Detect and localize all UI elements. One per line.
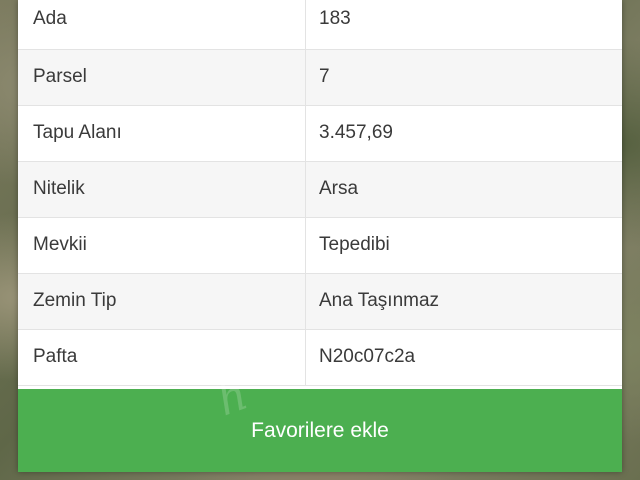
row-label: Ada: [18, 0, 306, 50]
row-value: 7: [305, 49, 622, 106]
add-to-favorites-button[interactable]: Favorilere ekle: [18, 389, 622, 472]
row-label: Mevkii: [18, 217, 306, 274]
row-value: Ana Taşınmaz: [305, 273, 622, 330]
row-value: Tepedibi: [305, 217, 622, 274]
table-row: Nitelik Arsa: [18, 161, 622, 218]
row-value: Arsa: [305, 161, 622, 218]
table-row: Pafta N20c07c2a: [18, 329, 622, 386]
row-label: Zemin Tip: [18, 273, 306, 330]
row-label: Pafta: [18, 329, 306, 386]
row-label: Parsel: [18, 49, 306, 106]
table-row: Zemin Tip Ana Taşınmaz: [18, 273, 622, 330]
row-label: Tapu Alanı: [18, 105, 306, 162]
row-value: N20c07c2a: [305, 329, 622, 386]
row-value: 3.457,69: [305, 105, 622, 162]
table-row: Ada 183: [18, 0, 622, 50]
parcel-info-card: Ada 183 Parsel 7 Tapu Alanı 3.457,69 Nit…: [18, 0, 622, 472]
parcel-info-table: Ada 183 Parsel 7 Tapu Alanı 3.457,69 Nit…: [18, 0, 622, 386]
row-label: Nitelik: [18, 161, 306, 218]
table-row: Parsel 7: [18, 49, 622, 106]
table-row: Mevkii Tepedibi: [18, 217, 622, 274]
row-value: 183: [305, 0, 622, 50]
table-row: Tapu Alanı 3.457,69: [18, 105, 622, 162]
